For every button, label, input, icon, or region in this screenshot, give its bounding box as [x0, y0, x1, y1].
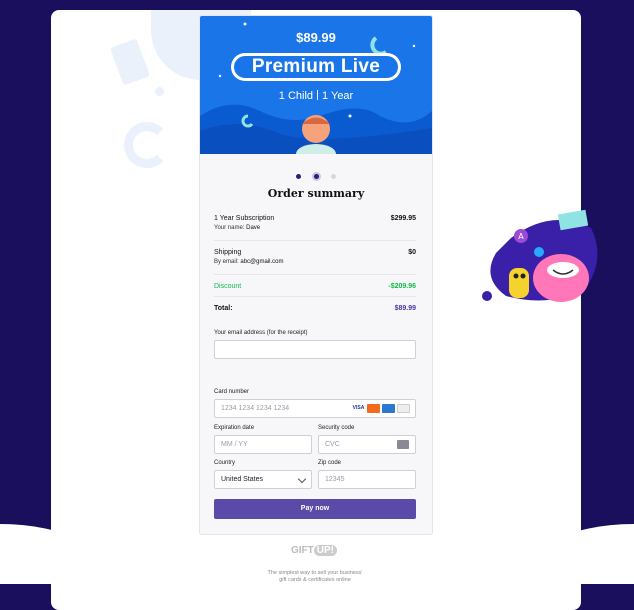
carousel-dot-1[interactable]	[296, 174, 302, 180]
summary-row-discount: Discount -$209.96	[214, 283, 416, 293]
cvc-placeholder: CVC	[325, 441, 340, 448]
carousel-dot-3[interactable]	[330, 174, 336, 180]
email-delivery-label: By email:	[214, 259, 239, 265]
carousel-dot-2[interactable]	[313, 174, 319, 180]
plan-name: Premium Live	[234, 56, 398, 78]
discover-icon	[397, 404, 410, 413]
email-line: By email: abc@gmail.com	[214, 259, 283, 265]
decor-dot	[155, 87, 164, 96]
plan-badge: Premium Live	[231, 53, 401, 81]
divider	[214, 274, 416, 275]
decor-ring	[124, 122, 170, 168]
zip-input[interactable]: 12345	[318, 470, 416, 489]
divider	[214, 240, 416, 241]
giftup-logo[interactable]: GIFT UP!	[291, 545, 338, 556]
discount-value: -$209.96	[388, 283, 416, 290]
expiry-label: Expiration date	[214, 425, 255, 431]
checkout-card: $89.99 Premium Live 1 Child 1 Year Order …	[199, 15, 433, 535]
expiry-input[interactable]: MM / YY	[214, 435, 312, 454]
country-value: United States	[221, 476, 264, 483]
footer-tagline: The simplest way to sell your business' …	[250, 570, 380, 584]
name-line: Your name: Dave	[214, 225, 260, 231]
svg-text:A: A	[518, 232, 524, 241]
carousel-dots	[200, 168, 432, 180]
email-field-label: Your email address (for the receipt)	[214, 330, 308, 336]
subscription-label: 1 Year Subscription	[214, 215, 275, 222]
order-summary-title: Order summary	[267, 187, 365, 200]
card-brands: VISA	[352, 404, 410, 413]
card-number-placeholder: 1234 1234 1234 1234	[221, 405, 290, 412]
card-number-input[interactable]: 1234 1234 1234 1234 VISA	[214, 399, 416, 418]
name-value: Dave	[246, 225, 261, 231]
cvc-label: Security code	[318, 425, 355, 431]
cvc-card-icon	[397, 440, 409, 449]
logo-text: GIFT	[291, 545, 314, 556]
divider	[214, 296, 416, 297]
zip-label: Zip code	[318, 460, 342, 466]
tagline-line-2: gift cards & certificates online	[279, 577, 351, 583]
country-select[interactable]: United States	[214, 470, 312, 489]
plan-child-count: 1 Child	[278, 90, 314, 102]
mastercard-icon	[367, 404, 380, 413]
plan-duration: 1 Year	[322, 90, 354, 102]
plan-separator	[317, 90, 319, 100]
total-label: Total:	[214, 305, 233, 312]
discount-label: Discount	[214, 283, 242, 290]
tagline-line-1: The simplest way to sell your business'	[267, 570, 363, 576]
price-label: $89.99	[296, 30, 336, 45]
total-value: $89.99	[394, 305, 416, 312]
product-banner: $89.99 Premium Live 1 Child 1 Year	[200, 16, 432, 154]
email-field[interactable]	[214, 340, 416, 359]
shipping-price: $0	[408, 249, 416, 256]
summary-row-total: Total: $89.99	[214, 305, 416, 315]
country-label: Country	[214, 460, 236, 466]
decor-gift-icon	[110, 38, 150, 86]
visa-icon: VISA	[352, 404, 365, 413]
amex-icon	[382, 404, 395, 413]
name-label: Your name:	[214, 225, 245, 231]
shipping-label: Shipping	[214, 249, 242, 256]
summary-row-subscription: 1 Year Subscription $299.95 Your name: D…	[214, 215, 416, 235]
logo-badge: UP!	[313, 545, 338, 556]
email-delivery-value: abc@gmail.com	[240, 259, 284, 265]
pay-now-button[interactable]: Pay now	[214, 499, 416, 519]
plan-details: 1 Child 1 Year	[200, 90, 432, 102]
subscription-price: $299.95	[390, 215, 416, 222]
chevron-down-icon	[297, 474, 307, 484]
cvc-input[interactable]: CVC	[318, 435, 416, 454]
mascot-illustration: A	[482, 209, 598, 302]
summary-row-shipping: Shipping $0 By email: abc@gmail.com	[214, 249, 416, 269]
card-number-label: Card number	[214, 389, 250, 395]
